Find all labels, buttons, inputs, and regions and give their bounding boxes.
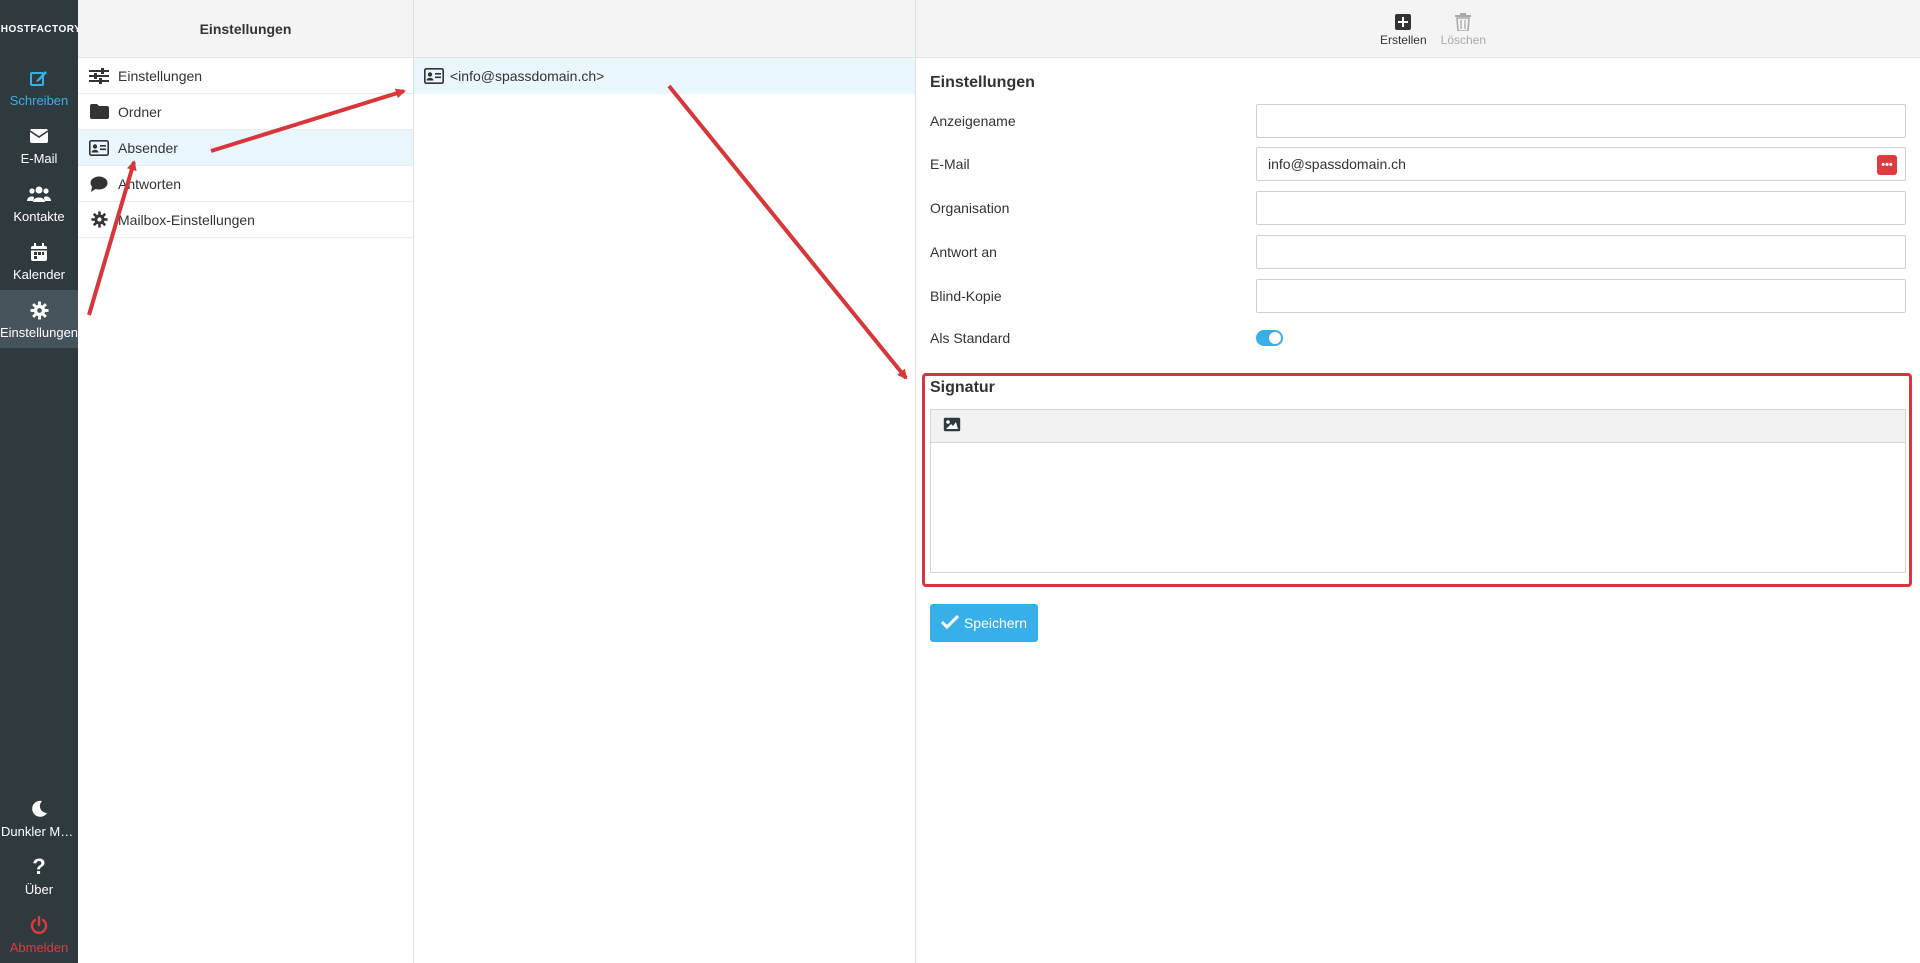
settings-item-label: Einstellungen — [118, 67, 203, 84]
display-name-label: Anzeigename — [930, 113, 1016, 129]
default-label: Als Standard — [930, 330, 1011, 346]
reply-to-input[interactable] — [1256, 235, 1906, 269]
users-icon — [27, 182, 51, 206]
display-name-input[interactable] — [1256, 104, 1906, 138]
password-manager-icon[interactable]: ••• — [1877, 155, 1897, 175]
plus-square-icon — [1395, 11, 1412, 33]
nav-compose-label: Schreiben — [9, 93, 69, 108]
reply-to-row: Antwort an — [930, 235, 1906, 269]
edit-icon — [29, 66, 49, 90]
organisation-input[interactable] — [1256, 191, 1906, 225]
create-button[interactable]: Erstellen — [1380, 11, 1427, 47]
gear-icon — [88, 211, 110, 228]
nav-dark-mode-label: Dunkler Mo... — [1, 824, 77, 839]
settings-item-mailbox[interactable]: Mailbox-Einstellungen — [78, 202, 413, 238]
check-icon — [940, 614, 960, 632]
id-card-icon — [424, 68, 444, 84]
trash-icon — [1455, 11, 1472, 33]
settings-item-label: Absender — [118, 139, 178, 156]
delete-button-label: Löschen — [1440, 32, 1487, 47]
organisation-label: Organisation — [930, 200, 1010, 216]
nav-about-label: Über — [24, 882, 54, 897]
settings-item-label: Antworten — [118, 175, 182, 192]
nav-compose[interactable]: Schreiben — [0, 58, 78, 116]
default-toggle[interactable] — [1256, 330, 1283, 346]
email-row: E-Mail info@spassdomain.ch ••• — [930, 147, 1906, 181]
comment-icon — [88, 176, 110, 192]
signature-editor-toolbar — [931, 410, 1905, 443]
settings-item-responses[interactable]: Antworten — [78, 166, 413, 202]
id-card-icon — [88, 139, 110, 156]
sliders-icon — [88, 67, 110, 84]
settings-item-label: Ordner — [118, 103, 162, 120]
nav-calendar[interactable]: Kalender — [0, 232, 78, 290]
email-field[interactable]: info@spassdomain.ch ••• — [1256, 147, 1906, 181]
identities-panel-header — [414, 0, 915, 58]
folder-icon — [88, 104, 110, 119]
form-title: Einstellungen — [930, 74, 1035, 91]
nav-calendar-label: Kalender — [12, 267, 66, 282]
settings-item-preferences[interactable]: Einstellungen — [78, 58, 413, 94]
nav-mail-label: E-Mail — [20, 151, 58, 166]
logo: HOSTFACTORY — [0, 23, 82, 35]
nav-contacts-label: Kontakte — [13, 209, 65, 224]
settings-item-folders[interactable]: Ordner — [78, 94, 413, 130]
email-value: info@spassdomain.ch — [1268, 156, 1406, 172]
save-button[interactable]: Speichern — [930, 604, 1038, 642]
identities-panel: <info@spassdomain.ch> — [414, 0, 916, 963]
save-button-label: Speichern — [963, 615, 1028, 631]
calendar-icon — [30, 240, 48, 264]
organisation-row: Organisation — [930, 191, 1906, 225]
signature-title: Signatur — [930, 379, 995, 396]
bcc-label: Blind-Kopie — [930, 288, 1002, 304]
default-row: Als Standard — [930, 321, 1906, 355]
identity-form-panel: Erstellen Löschen Einstellungen Anzeigen… — [916, 0, 1920, 963]
image-icon[interactable] — [943, 417, 961, 435]
settings-panel-title: Einstellungen — [78, 0, 413, 58]
app-sidebar: HOSTFACTORY Schreiben E-Mail Kontakte Ka… — [0, 0, 82, 963]
identity-row[interactable]: <info@spassdomain.ch> — [414, 58, 915, 94]
display-name-row: Anzeigename — [930, 104, 1906, 138]
identity-label: <info@spassdomain.ch> — [450, 68, 605, 84]
question-icon: ? — [32, 854, 46, 879]
power-icon — [30, 913, 48, 937]
gear-icon — [29, 298, 49, 322]
nav-bottom: Dunkler Mo... ? Über Abmelden — [0, 789, 78, 963]
nav-contacts[interactable]: Kontakte — [0, 174, 78, 232]
moon-icon — [30, 797, 48, 821]
envelope-icon — [29, 124, 49, 148]
settings-item-label: Mailbox-Einstellungen — [118, 211, 255, 228]
signature-editor — [930, 409, 1906, 573]
email-label: E-Mail — [930, 156, 970, 172]
settings-panel: Einstellungen Einstellungen Ordner Absen… — [78, 0, 414, 963]
nav-mail[interactable]: E-Mail — [0, 116, 78, 174]
nav-about[interactable]: ? Über — [0, 847, 78, 905]
nav-logout[interactable]: Abmelden — [0, 905, 78, 963]
nav-settings[interactable]: Einstellungen — [0, 290, 78, 348]
delete-button[interactable]: Löschen — [1441, 11, 1486, 47]
signature-editor-body[interactable] — [931, 443, 1905, 572]
nav-settings-label: Einstellungen — [0, 325, 79, 340]
nav-dark-mode[interactable]: Dunkler Mo... — [0, 789, 78, 847]
settings-item-identities[interactable]: Absender — [78, 130, 413, 166]
reply-to-label: Antwort an — [930, 244, 997, 260]
form-toolbar: Erstellen Löschen — [916, 0, 1920, 58]
nav-logout-label: Abmelden — [9, 940, 69, 955]
bcc-row: Blind-Kopie — [930, 279, 1906, 313]
create-button-label: Erstellen — [1379, 32, 1427, 47]
bcc-input[interactable] — [1256, 279, 1906, 313]
